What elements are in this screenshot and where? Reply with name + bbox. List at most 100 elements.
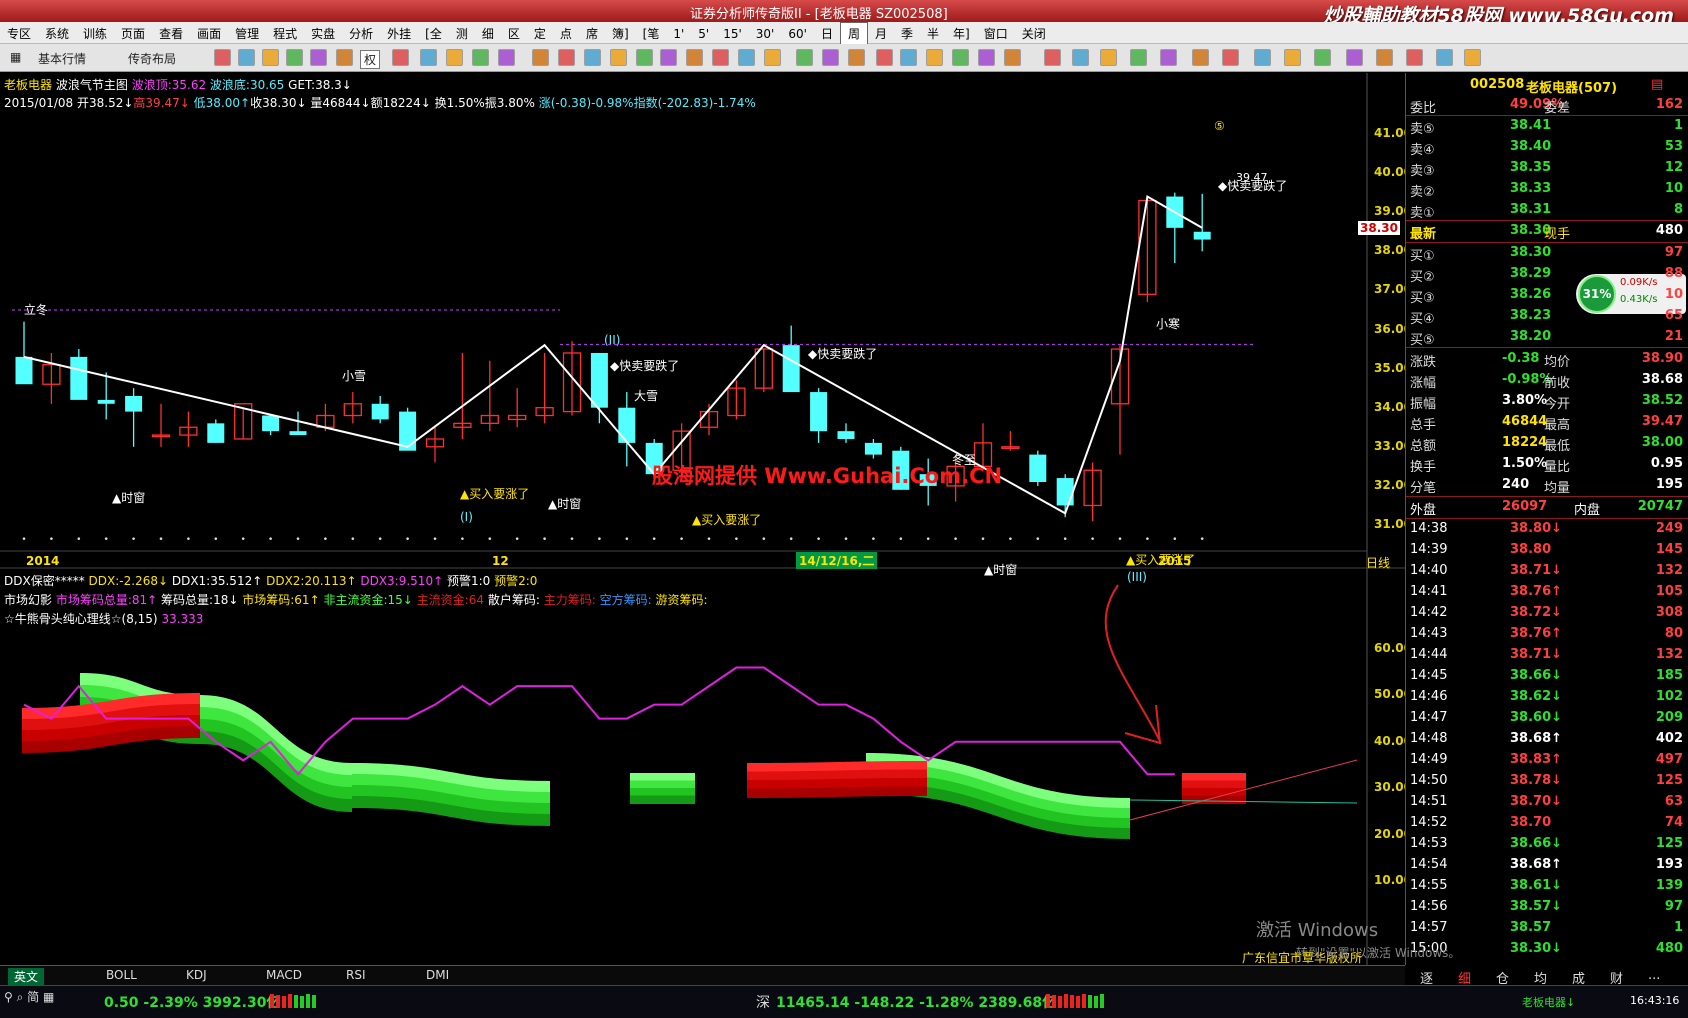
menu-item[interactable]: 1' — [666, 23, 691, 45]
panel-tab[interactable]: ... — [1648, 968, 1660, 983]
toolbar-tool-icon[interactable] — [1222, 49, 1239, 66]
tick-time: 14:40 — [1410, 563, 1448, 578]
toolbar-tool-icon[interactable] — [1004, 49, 1021, 66]
menu-item[interactable]: 关闭 — [1015, 23, 1053, 45]
tick-row: 14:43 38.76↑ 80 — [1406, 624, 1688, 645]
menu-item[interactable]: 分析 — [342, 23, 380, 45]
toolbar-tool-icon[interactable] — [764, 49, 781, 66]
menu-item[interactable]: 60' — [781, 23, 814, 45]
toolbar-tool-icon[interactable] — [610, 49, 627, 66]
menu-item[interactable]: 席 — [579, 23, 605, 45]
menu-item[interactable]: 半 — [920, 23, 946, 45]
menu-item[interactable]: 点 — [553, 23, 579, 45]
toolbar-tool-icon[interactable] — [392, 49, 409, 66]
toolbar-tool-icon[interactable] — [446, 49, 463, 66]
menu-item[interactable]: 专区 — [0, 23, 38, 45]
kline-chart-area[interactable]: 老板电器 波浪气节主图 波浪顶:35.62 波浪底:30.65 GET:38.3… — [0, 73, 1412, 965]
tool-icons[interactable]: ⚲ ⌕ 简 ▦ — [4, 988, 54, 1005]
grid-icon[interactable]: ▦ — [10, 50, 21, 64]
toolbar-tool-icon[interactable] — [472, 49, 489, 66]
toolbar-tool-icon[interactable] — [636, 49, 653, 66]
indicator-tab-kdj[interactable]: KDJ — [186, 968, 207, 982]
toolbar-tool-icon[interactable] — [558, 49, 575, 66]
market-dropdown[interactable]: 基本行情 — [38, 50, 86, 67]
toolbar-tool-icon[interactable] — [1376, 49, 1393, 66]
toolbar-tool-icon[interactable] — [900, 49, 917, 66]
toolbar: ▦ 基本行情 传奇布局 权 — [0, 44, 1688, 72]
menu-item[interactable]: 实盘 — [304, 23, 342, 45]
indicator-tab-dmi[interactable]: DMI — [426, 968, 449, 982]
period-label[interactable]: 日线 — [1366, 554, 1390, 571]
toolbar-tool-icon[interactable] — [796, 49, 813, 66]
toolbar-tool-icon[interactable] — [848, 49, 865, 66]
menu-item[interactable]: 月 — [868, 23, 894, 45]
indicator-tab-rsi[interactable]: RSI — [346, 968, 366, 982]
toolbar-tool-icon[interactable] — [1044, 49, 1061, 66]
toolbar-tool-icon[interactable] — [286, 49, 303, 66]
toolbar-tool-icon[interactable] — [952, 49, 969, 66]
menu-item[interactable]: 簿] — [605, 23, 636, 45]
tick-row: 14:56 38.57↓ 97 — [1406, 897, 1688, 918]
menu-item[interactable]: 定 — [527, 23, 553, 45]
indicator-tab-boll[interactable]: BOLL — [106, 968, 137, 982]
menu-item[interactable]: 查看 — [152, 23, 190, 45]
toolbar-tool-icon[interactable] — [1346, 49, 1363, 66]
menu-item[interactable]: 页面 — [114, 23, 152, 45]
menu-item[interactable]: 管理 — [228, 23, 266, 45]
toolbar-tool-icon[interactable] — [1284, 49, 1301, 66]
menu-item[interactable]: 30' — [749, 23, 782, 45]
toolbar-tool-icon[interactable] — [1314, 49, 1331, 66]
menu-item[interactable]: 周 — [839, 22, 868, 46]
toolbar-tool-icon[interactable] — [978, 49, 995, 66]
menu-item[interactable]: 外挂 — [380, 23, 418, 45]
toolbar-tool-icon[interactable] — [238, 49, 255, 66]
menu-item[interactable]: 画面 — [190, 23, 228, 45]
toolbar-tool-icon[interactable] — [1436, 49, 1453, 66]
toolbar-tool-icon[interactable] — [1406, 49, 1423, 66]
menu-item[interactable]: 年] — [946, 23, 977, 45]
ime-indicator[interactable]: 英文 — [8, 968, 45, 985]
menu-item[interactable]: 5' — [691, 23, 716, 45]
menu-item[interactable]: 15' — [716, 23, 749, 45]
toolbar-tool-icon[interactable] — [822, 49, 839, 66]
menu-item[interactable]: 细 — [475, 23, 501, 45]
toolbar-tool-icon[interactable] — [660, 49, 677, 66]
toolbar-tool-icon[interactable] — [686, 49, 703, 66]
toolbar-tool-icon[interactable] — [214, 49, 231, 66]
toolbar-tool-icon[interactable] — [926, 49, 943, 66]
menu-item[interactable]: 区 — [501, 23, 527, 45]
toolbar-tool-icon[interactable] — [1100, 49, 1117, 66]
toolbar-tool-icon[interactable] — [1160, 49, 1177, 66]
toolbar-tool-icon[interactable] — [310, 49, 327, 66]
toolbar-tool-icon[interactable] — [584, 49, 601, 66]
menu-item[interactable]: 程式 — [266, 23, 304, 45]
menu-item[interactable]: [笔 — [636, 23, 667, 45]
menu-item[interactable]: 日 — [814, 23, 840, 45]
menu-item[interactable]: 窗口 — [977, 23, 1015, 45]
toolbar-tool-icon[interactable] — [1130, 49, 1147, 66]
toolbar-tool-icon[interactable] — [1192, 49, 1209, 66]
toolbar-tool-icon[interactable] — [712, 49, 729, 66]
ask-price: 38.35 — [1510, 160, 1552, 175]
menu-item[interactable]: [全 — [418, 23, 449, 45]
menu-item[interactable]: 训练 — [76, 23, 114, 45]
toolbar-tool-icon[interactable] — [876, 49, 893, 66]
toolbar-tool-icon[interactable] — [1464, 49, 1481, 66]
quan-button[interactable]: 权 — [360, 50, 381, 69]
toolbar-tool-icon[interactable] — [1072, 49, 1089, 66]
toolbar-tool-icon[interactable] — [262, 49, 279, 66]
indicator-tab-macd[interactable]: MACD — [266, 968, 302, 982]
toolbar-tool-icon[interactable] — [336, 49, 353, 66]
red-ribbon-layer — [1182, 773, 1246, 782]
menu-item[interactable]: 系统 — [38, 23, 76, 45]
toolbar-tool-icon[interactable] — [420, 49, 437, 66]
bottom-band-dot — [515, 537, 519, 540]
layout-dropdown[interactable]: 传奇布局 — [128, 50, 176, 67]
toolbar-tool-icon[interactable] — [738, 49, 755, 66]
toolbar-tool-icon[interactable] — [498, 49, 515, 66]
menu-item[interactable]: 季 — [894, 23, 920, 45]
menu-item[interactable]: 测 — [449, 23, 475, 45]
toolbar-tool-icon[interactable] — [532, 49, 549, 66]
toolbar-tool-icon[interactable] — [1254, 49, 1271, 66]
ask-volume: 12 — [1664, 160, 1683, 175]
